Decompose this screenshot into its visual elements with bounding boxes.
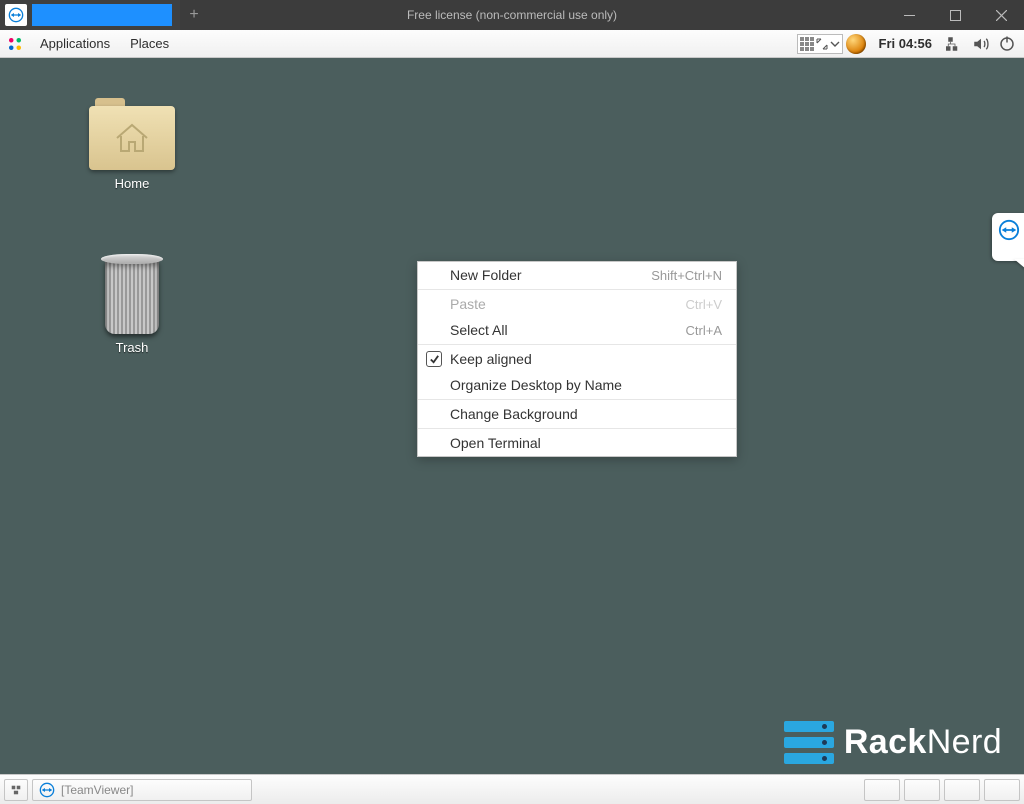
separator [418, 399, 736, 400]
menu-shortcut: Shift+Ctrl+N [651, 268, 722, 283]
separator [418, 344, 736, 345]
power-icon[interactable] [996, 33, 1018, 55]
chevron-down-icon [830, 39, 840, 49]
volume-icon[interactable] [970, 33, 992, 55]
ctx-change-background[interactable]: Change Background [418, 401, 736, 427]
teamviewer-icon [998, 219, 1020, 241]
activities-icon [6, 35, 24, 53]
ctx-new-folder[interactable]: New Folder Shift+Ctrl+N [418, 262, 736, 288]
folder-icon [89, 98, 175, 170]
menu-label: Select All [450, 322, 508, 338]
taskbar-entry-teamviewer[interactable]: [TeamViewer] [32, 779, 252, 801]
workspace-2[interactable] [904, 779, 940, 801]
teamviewer-tab-active[interactable] [0, 0, 180, 30]
ctx-organize-by-name[interactable]: Organize Desktop by Name [418, 372, 736, 398]
menu-label: Paste [450, 296, 486, 312]
clock[interactable]: Fri 04:56 [871, 36, 940, 51]
trash-icon [97, 254, 167, 334]
menu-label: Open Terminal [450, 435, 541, 451]
workspace-4[interactable] [984, 779, 1020, 801]
brand-strong: Rack [844, 723, 927, 761]
menu-label: Keep aligned [450, 351, 532, 367]
ctx-keep-aligned[interactable]: Keep aligned [418, 346, 736, 372]
expand-icon [816, 38, 828, 50]
teamviewer-icon [39, 782, 55, 798]
bottom-taskbar: [TeamViewer] [0, 774, 1024, 804]
show-desktop-icon [11, 783, 21, 797]
update-indicator-icon[interactable] [845, 33, 867, 55]
menu-shortcut: Ctrl+V [686, 297, 722, 312]
checkbox-checked-icon [426, 351, 442, 367]
workspace-1[interactable] [864, 779, 900, 801]
desktop[interactable]: Home Trash New Folder Shift+Ctrl+N Paste… [0, 58, 1024, 774]
ctx-select-all[interactable]: Select All Ctrl+A [418, 317, 736, 343]
menu-shortcut: Ctrl+A [686, 323, 722, 338]
close-button[interactable] [978, 0, 1024, 30]
teamviewer-side-panel-toggle[interactable] [992, 213, 1024, 261]
menu-label: New Folder [450, 267, 522, 283]
network-icon[interactable] [944, 33, 966, 55]
places-menu[interactable]: Places [120, 30, 179, 57]
separator [418, 428, 736, 429]
menu-label: Organize Desktop by Name [450, 377, 622, 393]
window-title: Free license (non-commercial use only) [407, 8, 617, 22]
separator [418, 289, 736, 290]
task-label: [TeamViewer] [61, 783, 133, 797]
icon-label: Home [72, 176, 192, 191]
ctx-paste: Paste Ctrl+V [418, 291, 736, 317]
icon-label: Trash [72, 340, 192, 355]
new-tab-button[interactable]: + [180, 1, 208, 29]
gnome-top-panel: Applications Places Fri 04:56 [0, 30, 1024, 58]
brand-light: Nerd [927, 723, 1002, 761]
teamviewer-session-label [32, 4, 172, 26]
applications-menu[interactable]: Applications [30, 30, 120, 57]
racknerd-logo: RackNerd [784, 721, 1002, 764]
minimize-button[interactable] [886, 0, 932, 30]
ctx-open-terminal[interactable]: Open Terminal [418, 430, 736, 456]
show-desktop-button[interactable] [4, 779, 28, 801]
desktop-context-menu: New Folder Shift+Ctrl+N Paste Ctrl+V Sel… [417, 261, 737, 457]
workspace-3[interactable] [944, 779, 980, 801]
desktop-icon-home[interactable]: Home [72, 98, 192, 191]
menu-label: Change Background [450, 406, 578, 422]
desktop-icon-trash[interactable]: Trash [72, 254, 192, 355]
maximize-button[interactable] [932, 0, 978, 30]
teamviewer-titlebar: + Free license (non-commercial use only) [0, 0, 1024, 30]
teamviewer-icon [5, 4, 27, 26]
window-tiler-applet[interactable] [797, 34, 843, 54]
racknerd-mark-icon [784, 721, 834, 764]
